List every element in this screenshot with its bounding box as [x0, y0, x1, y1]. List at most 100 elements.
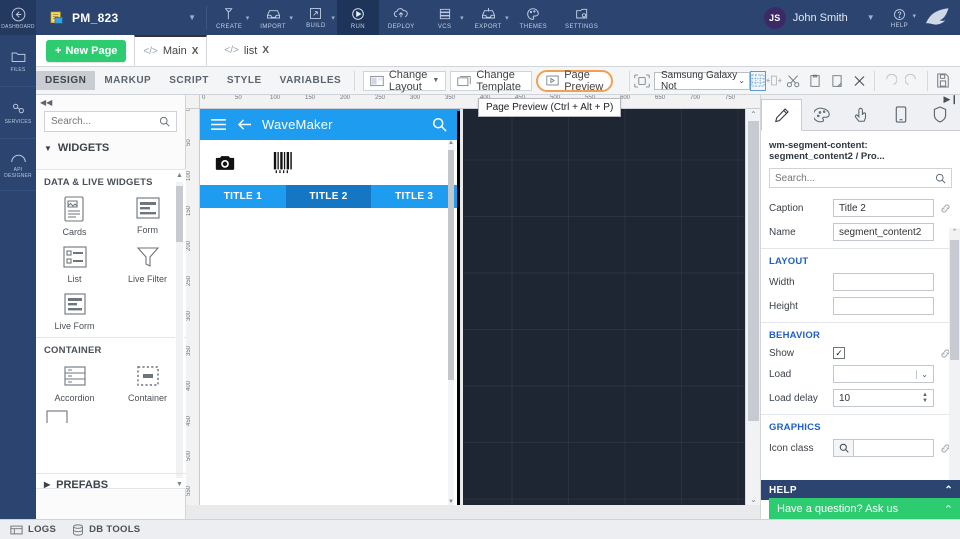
scrollbar-thumb[interactable]: [950, 240, 959, 360]
chevron-down-icon[interactable]: ▾: [331, 14, 335, 22]
canvas-scrollbar[interactable]: ⌃ ⌄: [745, 109, 760, 505]
prefabs-section-header[interactable]: ▶ PREFABS: [36, 473, 186, 495]
scrollbar-thumb[interactable]: [176, 186, 183, 242]
project-selector[interactable]: PM_823 ▼: [36, 0, 206, 35]
property-row-load-delay[interactable]: Load delay 10 ▲▼: [761, 386, 960, 410]
menu-item-settings[interactable]: SETTINGS: [556, 0, 607, 35]
undo-icon[interactable]: [879, 71, 901, 91]
widgets-section-header[interactable]: ▼ WIDGETS: [36, 138, 185, 158]
tab-markup[interactable]: MARKUP: [95, 71, 160, 90]
properties-search[interactable]: [769, 168, 952, 188]
save-icon[interactable]: [932, 71, 954, 91]
db-tools-button[interactable]: DB TOOLS: [72, 524, 140, 536]
redo-icon[interactable]: [901, 71, 923, 91]
resize-handles-icon[interactable]: [766, 71, 782, 91]
chevron-down-icon[interactable]: ▾: [505, 14, 509, 22]
rail-item-api-designer[interactable]: API DESIGNER: [0, 139, 36, 191]
rail-item-files[interactable]: FILES: [0, 35, 36, 87]
search-icon[interactable]: [432, 117, 447, 132]
device-selector[interactable]: Samsung Galaxy Not ⌄: [654, 72, 750, 90]
menu-item-export[interactable]: EXPORT ▾: [466, 0, 511, 35]
menu-item-run[interactable]: RUN: [337, 0, 379, 35]
tab-style[interactable]: STYLE: [218, 71, 271, 90]
grid-toggle-icon[interactable]: [750, 71, 766, 91]
tab-properties[interactable]: [761, 99, 802, 131]
chevron-down-icon[interactable]: ▾: [246, 14, 250, 22]
page-tab-list[interactable]: </> list X: [215, 35, 278, 66]
scroll-up-icon[interactable]: ▲: [176, 172, 183, 179]
property-row-icon-class[interactable]: Icon class: [761, 436, 960, 460]
load-delay-input[interactable]: 10 ▲▼: [833, 389, 934, 407]
scroll-up-icon[interactable]: ▲: [448, 140, 454, 146]
property-row-show[interactable]: Show ✓: [761, 344, 960, 362]
search-input[interactable]: [775, 173, 915, 184]
chevron-down-icon[interactable]: ▼: [867, 13, 875, 22]
camera-icon[interactable]: [214, 153, 236, 172]
paste-icon[interactable]: [826, 71, 848, 91]
tab-script[interactable]: SCRIPT: [160, 71, 218, 90]
close-icon[interactable]: X: [262, 45, 269, 56]
menu-item-import[interactable]: IMPORT ▾: [251, 0, 295, 35]
property-row-width[interactable]: Width: [761, 270, 960, 294]
menu-item-deploy[interactable]: DEPLOY: [379, 0, 424, 35]
ask-us-button[interactable]: Have a question? Ask us ⌃: [769, 498, 960, 520]
chevron-down-icon[interactable]: ⌄: [916, 370, 928, 379]
scroll-down-icon[interactable]: ⌄: [746, 495, 761, 504]
help-button[interactable]: HELP ▾: [883, 0, 916, 35]
widget-live-filter[interactable]: Live Filter: [117, 244, 178, 284]
change-template-button[interactable]: Change Template: [450, 71, 532, 91]
bind-link-icon[interactable]: [940, 203, 952, 214]
chevron-down-icon[interactable]: ▾: [912, 12, 916, 20]
segment-tab-1[interactable]: TITLE 1: [200, 185, 286, 208]
segment-content[interactable]: [200, 208, 457, 505]
property-row-caption[interactable]: Caption Title 2: [761, 196, 960, 220]
dashboard-button[interactable]: DASHBOARD: [0, 0, 36, 35]
scroll-up-icon[interactable]: ⌃: [746, 110, 761, 119]
tab-variables[interactable]: VARIABLES: [271, 71, 351, 90]
menu-item-build[interactable]: BUILD ▾: [295, 0, 337, 35]
back-arrow-icon[interactable]: [237, 118, 252, 131]
logs-button[interactable]: LOGS: [10, 524, 56, 536]
widget-container[interactable]: Container: [117, 363, 178, 403]
search-input[interactable]: [51, 116, 156, 127]
height-input[interactable]: [833, 297, 934, 315]
page-tab-main[interactable]: </> Main X: [134, 35, 207, 66]
number-stepper[interactable]: ▲▼: [922, 392, 928, 404]
widget-form[interactable]: Form: [117, 195, 178, 237]
chevron-down-icon[interactable]: ⌄: [738, 76, 745, 85]
property-row-height[interactable]: Height: [761, 294, 960, 318]
barcode-icon[interactable]: [272, 151, 294, 175]
width-input[interactable]: [833, 273, 934, 291]
device-preview[interactable]: WaveMaker: [200, 109, 460, 505]
new-page-button[interactable]: + New Page: [46, 40, 126, 62]
change-layout-button[interactable]: Change Layout ▼: [363, 71, 446, 91]
cut-icon[interactable]: [782, 71, 804, 91]
tab-events[interactable]: [842, 99, 881, 130]
property-row-load[interactable]: Load ⌄: [761, 362, 960, 386]
widget-accordion[interactable]: Accordion: [44, 363, 105, 403]
icon-class-input[interactable]: [833, 439, 934, 457]
menu-item-create[interactable]: CREATE ▾: [207, 0, 251, 35]
hamburger-icon[interactable]: [210, 118, 227, 131]
menu-item-vcs[interactable]: VCS ▾: [424, 0, 466, 35]
delete-icon[interactable]: [848, 71, 870, 91]
widget-live-form[interactable]: Live Form: [44, 291, 105, 331]
widget-cards[interactable]: Cards: [44, 195, 105, 237]
widgets-scrollbar[interactable]: ▲ ▼: [175, 170, 184, 489]
search-icon[interactable]: [834, 440, 854, 456]
property-row-name[interactable]: Name segment_content2: [761, 220, 960, 244]
copy-icon[interactable]: [804, 71, 826, 91]
collapse-panel-button[interactable]: ◀◀: [36, 95, 185, 109]
rail-item-services[interactable]: SERVICES: [0, 87, 36, 139]
scrollbar-thumb[interactable]: [748, 121, 759, 421]
page-preview-button[interactable]: Page Preview: [536, 70, 613, 92]
segment-tab-3[interactable]: TITLE 3: [371, 185, 457, 208]
tab-style[interactable]: [802, 99, 841, 130]
tab-device[interactable]: [881, 99, 920, 130]
expand-panel-icon[interactable]: ▶❙: [944, 94, 958, 105]
widgets-scroll-area[interactable]: DATA & LIVE WIDGETS Cards: [36, 169, 186, 489]
widget-search[interactable]: [44, 111, 177, 132]
name-input[interactable]: segment_content2: [833, 223, 934, 241]
chevron-down-icon[interactable]: ▾: [460, 14, 464, 22]
chevron-down-icon[interactable]: ▾: [289, 14, 293, 22]
